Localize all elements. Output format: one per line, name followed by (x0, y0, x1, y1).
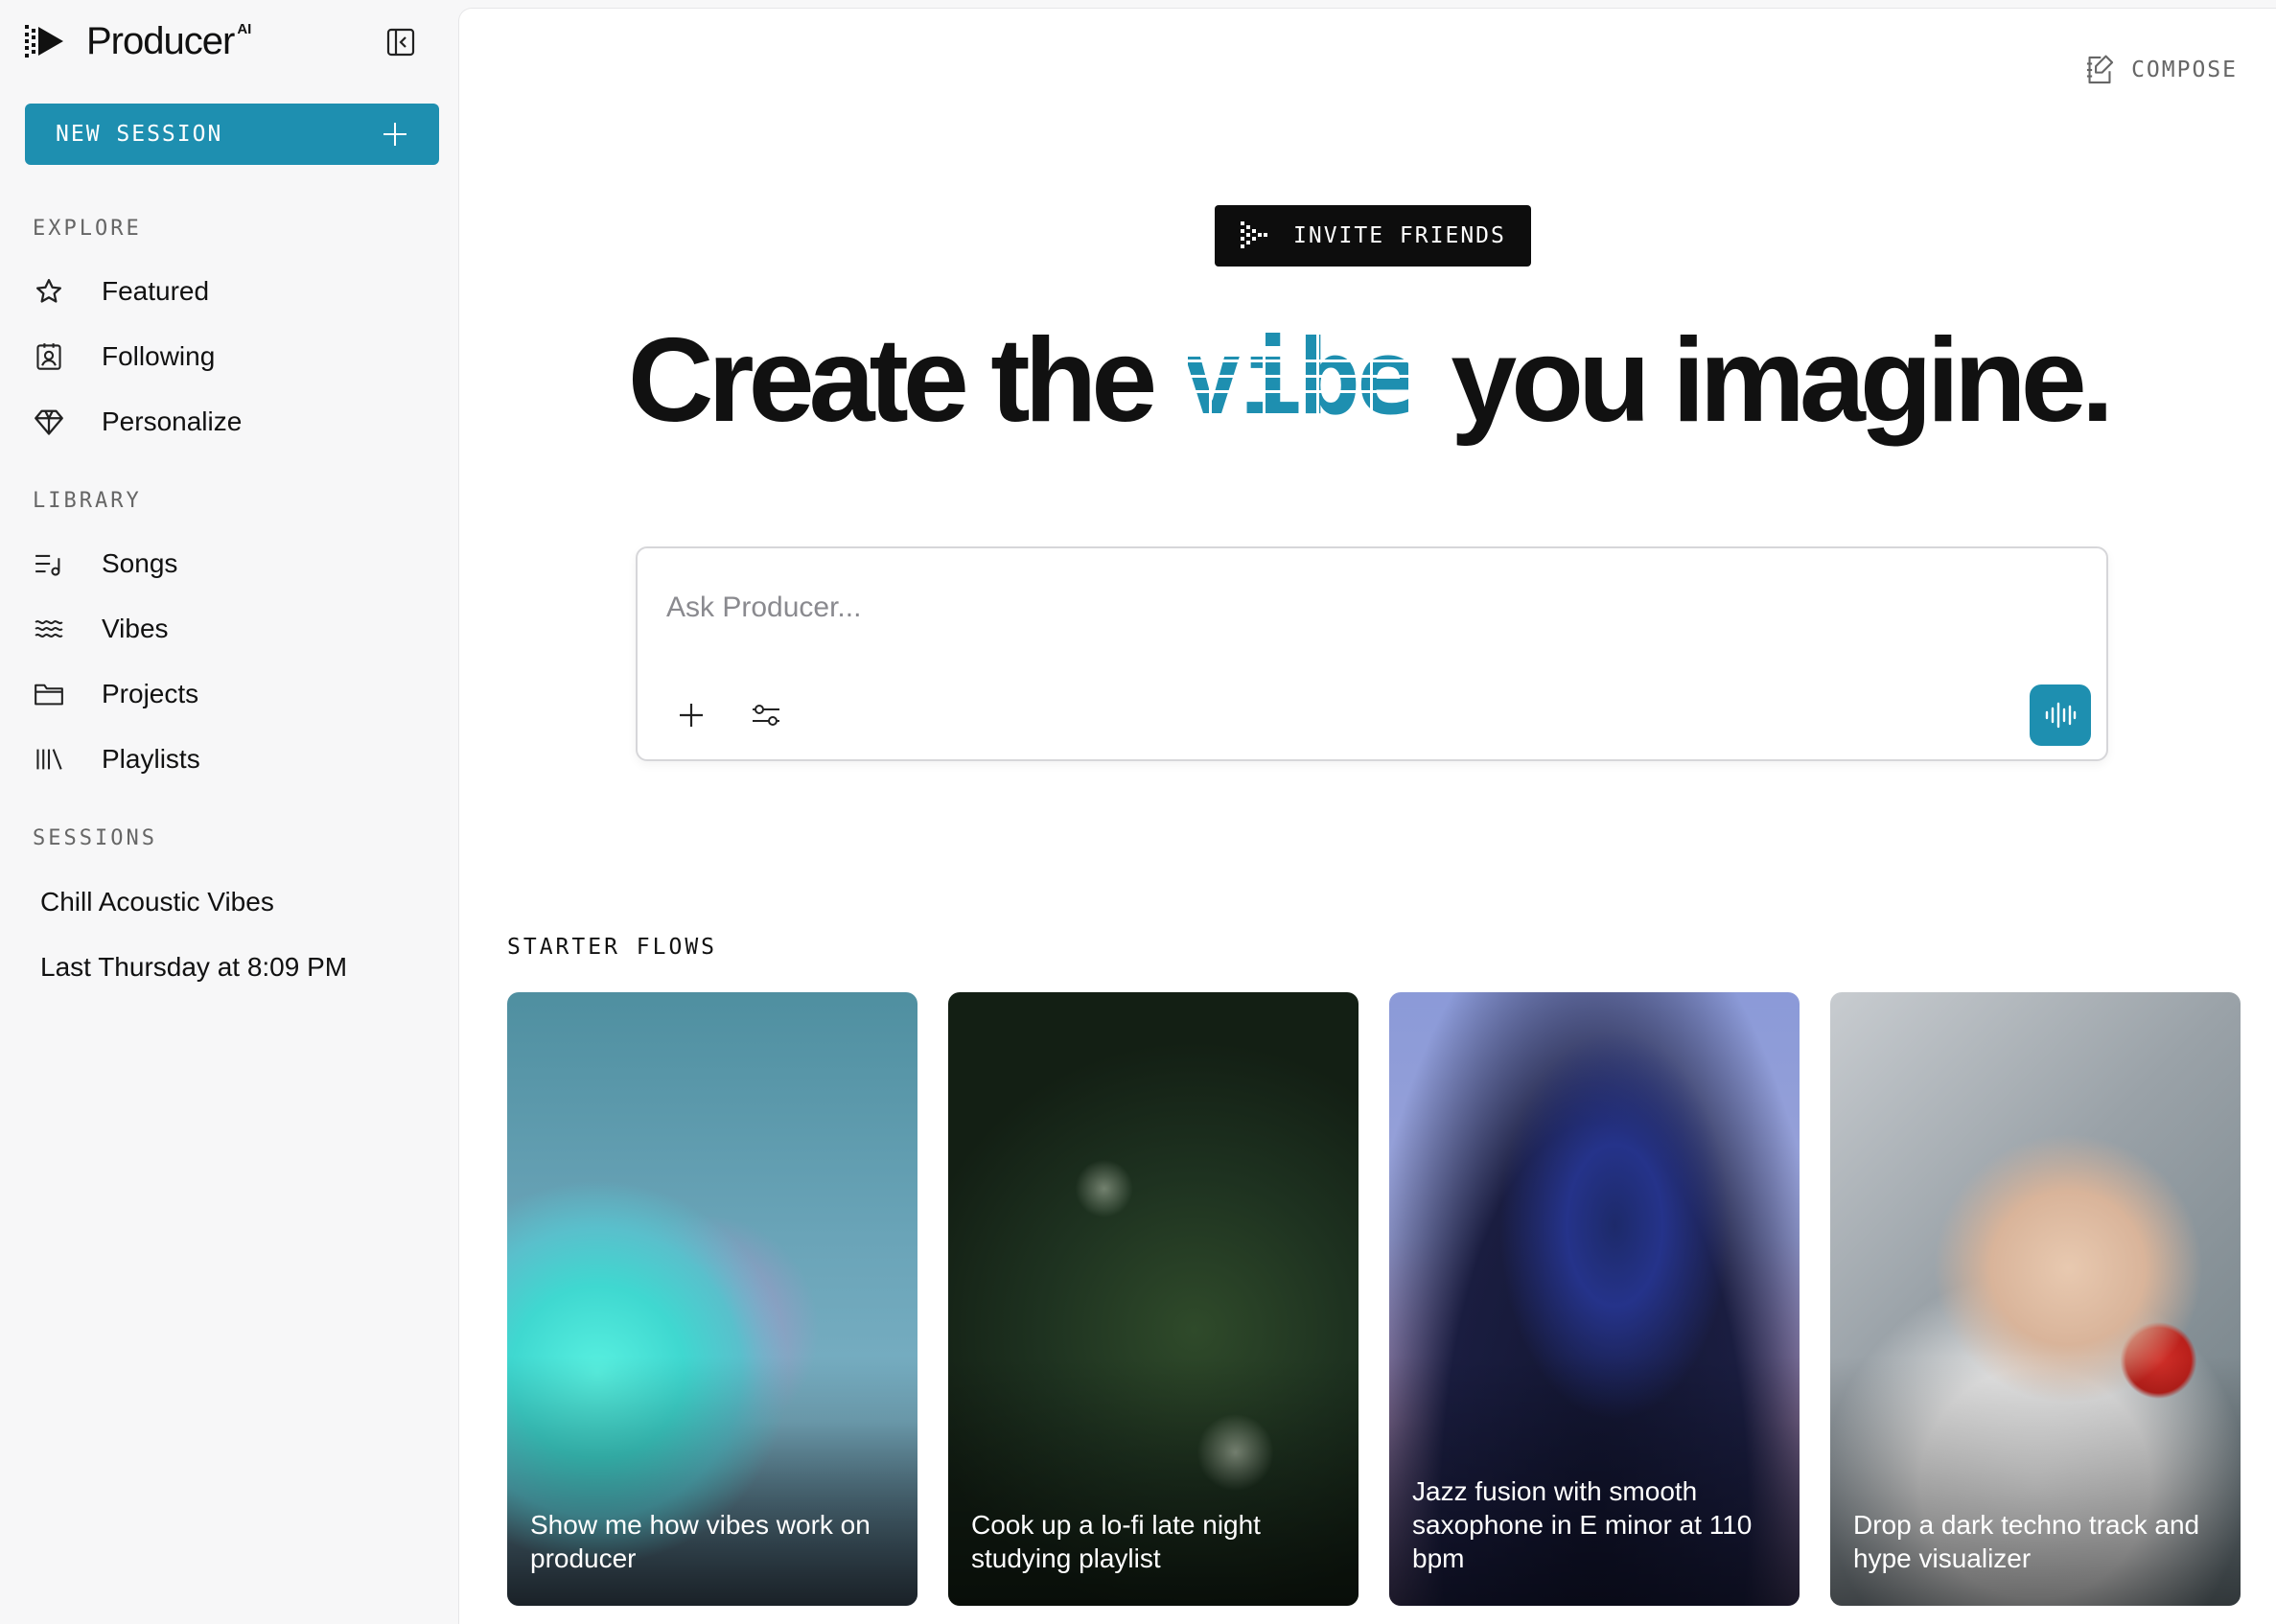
hero-text-after: you imagine. (1451, 314, 2114, 447)
compose-label: COMPOSE (2131, 58, 2238, 82)
main-panel: COMPOSE INVITE FRIENDS Create the vibe y… (458, 8, 2276, 1624)
contact-icon (33, 340, 65, 373)
sidebar-item-label: Songs (102, 548, 178, 578)
ask-input[interactable] (666, 587, 2009, 629)
brand[interactable]: Producer AI (25, 17, 251, 65)
starter-flows-heading: STARTER FLOWS (507, 935, 718, 960)
plus-icon (680, 704, 703, 727)
starter-card-caption: Drop a dark techno track and hype visual… (1853, 1510, 2200, 1573)
session-item[interactable]: Last Thursday at 8:09 PM (40, 943, 433, 991)
ask-box (636, 546, 2108, 761)
sliders-icon (753, 705, 779, 726)
vibe-pixel-word: vibe (1188, 333, 1409, 429)
starter-card-caption: Cook up a lo-fi late night studying play… (971, 1510, 1261, 1573)
sidebar-item-label: Following (102, 341, 216, 371)
library-icon (33, 743, 65, 776)
sidebar: Producer AI NEW SESSION EXPLORE Featured… (0, 0, 458, 1624)
starter-card-caption: Show me how vibes work on producer (530, 1510, 871, 1573)
hero-text-before: Create the (627, 314, 1157, 447)
sidebar-item-label: Playlists (102, 744, 200, 774)
sidebar-item-songs[interactable]: Songs (33, 537, 435, 591)
hero-highlight-text: vibe (1188, 333, 1408, 429)
sidebar-item-vibes[interactable]: Vibes (33, 602, 435, 656)
sidebar-item-personalize[interactable]: Personalize (33, 395, 435, 449)
sidebar-item-playlists[interactable]: Playlists (33, 732, 435, 786)
starter-card-caption: Jazz fusion with smooth saxophone in E m… (1412, 1476, 1753, 1573)
compose-button[interactable]: COMPOSE (2083, 53, 2238, 87)
invite-label: INVITE FRIENDS (1293, 223, 1506, 248)
sidebar-collapse-icon (386, 28, 415, 57)
diamond-icon (33, 406, 65, 438)
hero-highlight: vibe (1188, 333, 1409, 429)
song-list-icon (33, 547, 65, 580)
invite-friends-button[interactable]: INVITE FRIENDS (1215, 205, 1531, 267)
compose-icon (2083, 53, 2118, 87)
folder-icon (33, 678, 65, 710)
new-session-button[interactable]: NEW SESSION (25, 104, 439, 165)
sidebar-item-projects[interactable]: Projects (33, 667, 435, 721)
producer-logo-icon (25, 24, 71, 58)
starter-card[interactable]: Drop a dark techno track and hype visual… (1830, 992, 2241, 1606)
library-heading: LIBRARY (33, 489, 142, 513)
sidebar-item-label: Vibes (102, 614, 169, 643)
brand-name: Producer (86, 19, 235, 62)
waves-icon (33, 613, 65, 645)
sidebar-item-label: Personalize (102, 406, 243, 436)
sidebar-item-following[interactable]: Following (33, 330, 435, 383)
plus-icon (383, 123, 406, 146)
starter-card[interactable]: Show me how vibes work on producer (507, 992, 917, 1606)
starter-card[interactable]: Cook up a lo-fi late night studying play… (948, 992, 1359, 1606)
producer-logo-icon (1240, 220, 1272, 252)
star-icon (33, 275, 65, 308)
voice-input-button[interactable] (2030, 684, 2091, 746)
audio-waveform-icon (2045, 702, 2077, 729)
sessions-heading: SESSIONS (33, 826, 157, 850)
sidebar-item-label: Projects (102, 679, 199, 708)
settings-button[interactable] (747, 696, 785, 734)
session-item[interactable]: Chill Acoustic Vibes (40, 878, 433, 926)
explore-heading: EXPLORE (33, 217, 142, 241)
collapse-sidebar-button[interactable] (382, 23, 420, 61)
attach-button[interactable] (672, 696, 710, 734)
new-session-label: NEW SESSION (56, 122, 223, 147)
sidebar-item-label: Featured (102, 276, 210, 306)
brand-badge: AI (237, 21, 252, 37)
starter-card[interactable]: Jazz fusion with smooth saxophone in E m… (1389, 992, 1800, 1606)
sidebar-item-featured[interactable]: Featured (33, 265, 435, 318)
hero-heading: Create the vibe you imagine. (459, 313, 2276, 448)
